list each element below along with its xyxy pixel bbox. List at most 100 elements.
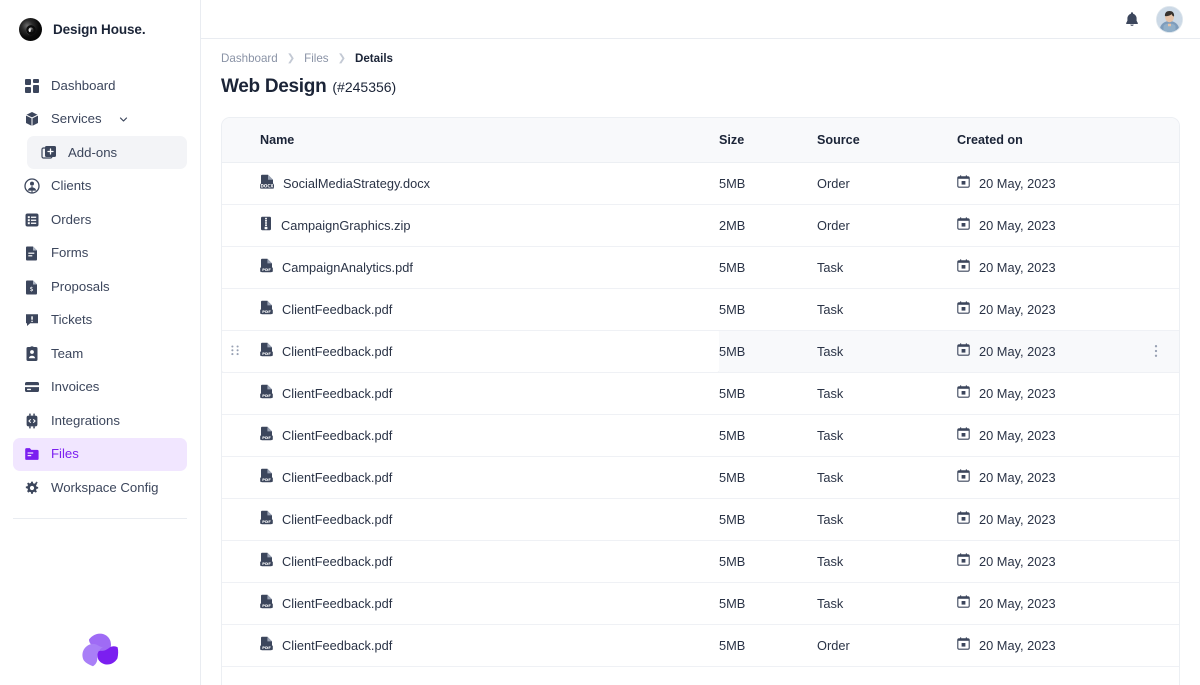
files-table-card: Name Size Source Created on DOCXSocialMe… <box>221 117 1180 685</box>
file-name: ClientFeedback.pdf <box>282 596 392 611</box>
cell-name[interactable]: PDFClientFeedback.pdf <box>222 330 719 372</box>
sidebar-item-workspace-config[interactable]: Workspace Config <box>13 471 187 504</box>
list-board-icon <box>23 211 40 228</box>
column-header-name[interactable]: Name <box>222 118 719 162</box>
svg-text:$: $ <box>29 285 33 293</box>
sidebar-item-files[interactable]: Files <box>13 438 187 471</box>
brand[interactable]: Design House. <box>0 0 200 59</box>
cell-name[interactable]: DOCXSocialMediaStrategy.docx <box>222 162 719 204</box>
created-on-text: 20 May, 2023 <box>979 638 1056 653</box>
sidebar-item-label: Clients <box>51 179 91 192</box>
kebab-menu-icon[interactable] <box>1149 344 1163 358</box>
cell-name[interactable]: PDFClientFeedback.pdf <box>222 456 719 498</box>
cell-name[interactable]: PDFClientFeedback.pdf <box>222 540 719 582</box>
table-row[interactable]: PDFClientFeedback.pdf5MBTask20 May, 2023 <box>222 456 1179 498</box>
breadcrumb-details: Details <box>355 52 393 65</box>
cell-size: 5MB <box>719 582 817 624</box>
cell-created-on: 20 May, 2023 <box>957 330 1179 372</box>
table-row[interactable]: PDFClientFeedback.pdf5MBTask20 May, 2023 <box>222 582 1179 624</box>
users-circle-icon <box>23 178 40 195</box>
cell-name[interactable]: PDFClientFeedback.pdf <box>222 288 719 330</box>
table-row[interactable]: PDFClientFeedback.pdf5MBTask20 May, 2023 <box>222 498 1179 540</box>
sidebar-item-label: Team <box>51 347 83 360</box>
cell-name[interactable]: PDF ClientFeedback.pdf <box>222 372 719 414</box>
sidebar-nav: Dashboard Services Add-ons <box>0 59 200 519</box>
user-avatar[interactable] <box>1157 7 1182 32</box>
sidebar-item-label: Files <box>51 447 79 460</box>
cell-name[interactable]: PDFClientFeedback.pdf <box>222 582 719 624</box>
bell-icon[interactable] <box>1123 10 1141 28</box>
file-type-icon: PDF <box>260 426 273 444</box>
spiral-disc-icon <box>19 18 42 41</box>
cell-source: Task <box>817 414 957 456</box>
created-on-text: 20 May, 2023 <box>979 218 1056 233</box>
sidebar-divider <box>13 518 187 519</box>
sidebar-item-clients[interactable]: Clients <box>13 170 187 203</box>
plus-square-stack-icon <box>40 144 57 161</box>
table-row[interactable]: PDFClientFeedback.pdf5MBTask20 May, 2023 <box>222 330 1179 372</box>
top-bar <box>201 0 1200 39</box>
cell-created-on: 20 May, 2023 <box>957 204 1179 246</box>
file-name: ClientFeedback.pdf <box>282 386 392 401</box>
column-header-size[interactable]: Size <box>719 118 817 162</box>
credit-card-icon <box>23 379 40 396</box>
created-on-text: 20 May, 2023 <box>979 260 1056 275</box>
cell-size: 2MB <box>719 204 817 246</box>
sidebar-item-integrations[interactable]: Integrations <box>13 404 187 437</box>
sidebar-item-forms[interactable]: Forms <box>13 237 187 270</box>
drag-dots-icon[interactable] <box>230 345 240 358</box>
table-row[interactable]: PDFClientFeedback.pdf5MBTask 20 May, 2023 <box>222 414 1179 456</box>
column-header-created-on[interactable]: Created on <box>957 118 1179 162</box>
file-name: CampaignAnalytics.pdf <box>282 260 413 275</box>
table-row[interactable]: PDFClientFeedback.pdf5MBTask20 May, 2023 <box>222 372 1179 414</box>
cell-size: 5MB <box>719 498 817 540</box>
table-row[interactable]: CampaignGraphics.zip2MBOrder20 May, 2023 <box>222 204 1179 246</box>
cell-size: 5MB <box>719 414 817 456</box>
breadcrumb-files[interactable]: Files <box>304 52 328 65</box>
breadcrumb: Dashboard ❯ Files ❯ Details <box>221 52 1200 65</box>
cell-created-on: 20 May, 2023 <box>957 456 1179 498</box>
cell-source: Task <box>817 246 957 288</box>
sidebar-item-tickets[interactable]: Tickets <box>13 304 187 337</box>
sidebar-item-label: Proposals <box>51 280 110 293</box>
table-row[interactable]: PDFClientFeedback.pdf5MBTask20 May, 2023 <box>222 288 1179 330</box>
sidebar-item-label: Workspace Config <box>51 481 159 494</box>
table-row[interactable]: DOCXSocialMediaStrategy.docx5MBOrder20 M… <box>222 162 1179 204</box>
cell-source: Task <box>817 456 957 498</box>
svg-text:PDF: PDF <box>262 477 271 482</box>
file-type-icon: PDF <box>260 384 273 402</box>
cell-created-on: 20 May, 2023 <box>957 540 1179 582</box>
created-on-text: 20 May, 2023 <box>979 428 1056 443</box>
sidebar-item-orders[interactable]: Orders <box>13 203 187 236</box>
breadcrumb-dashboard[interactable]: Dashboard <box>221 52 278 65</box>
cell-size: 5MB <box>719 162 817 204</box>
files-table: Name Size Source Created on DOCXSocialMe… <box>222 118 1179 667</box>
cell-created-on: 20 May, 2023 <box>957 372 1179 414</box>
chevron-right-icon: ❯ <box>287 53 295 64</box>
sidebar-item-proposals[interactable]: $ Proposals <box>13 270 187 303</box>
created-on-text: 20 May, 2023 <box>979 554 1056 569</box>
sidebar-item-label: Services <box>51 112 102 125</box>
cell-name[interactable]: PDFClientFeedback.pdf <box>222 498 719 540</box>
table-row[interactable]: PDFCampaignAnalytics.pdf5MBTask20 May, 2… <box>222 246 1179 288</box>
cell-name[interactable]: PDFClientFeedback.pdf <box>222 624 719 666</box>
cell-source: Order <box>817 162 957 204</box>
sidebar-item-services[interactable]: Services <box>13 103 187 136</box>
table-row[interactable]: PDFClientFeedback.pdf5MBTask20 May, 2023 <box>222 540 1179 582</box>
calendar-icon <box>957 175 970 191</box>
svg-text:PDF: PDF <box>262 309 271 314</box>
sidebar-item-invoices[interactable]: Invoices <box>13 371 187 404</box>
cell-name[interactable]: PDFClientFeedback.pdf <box>222 414 719 456</box>
calendar-icon <box>957 217 970 233</box>
sidebar-item-team[interactable]: Team <box>13 337 187 370</box>
sidebar: Design House. Dashboard Services <box>0 0 201 685</box>
code-plug-icon <box>23 412 40 429</box>
chevron-down-icon[interactable] <box>118 114 129 125</box>
table-row[interactable]: PDFClientFeedback.pdf5MBOrder20 May, 202… <box>222 624 1179 666</box>
cell-name[interactable]: CampaignGraphics.zip <box>222 204 719 246</box>
sidebar-footer <box>0 630 200 674</box>
sidebar-item-add-ons[interactable]: Add-ons <box>27 136 187 169</box>
column-header-source[interactable]: Source <box>817 118 957 162</box>
sidebar-item-dashboard[interactable]: Dashboard <box>13 69 187 102</box>
cell-name[interactable]: PDFCampaignAnalytics.pdf <box>222 246 719 288</box>
